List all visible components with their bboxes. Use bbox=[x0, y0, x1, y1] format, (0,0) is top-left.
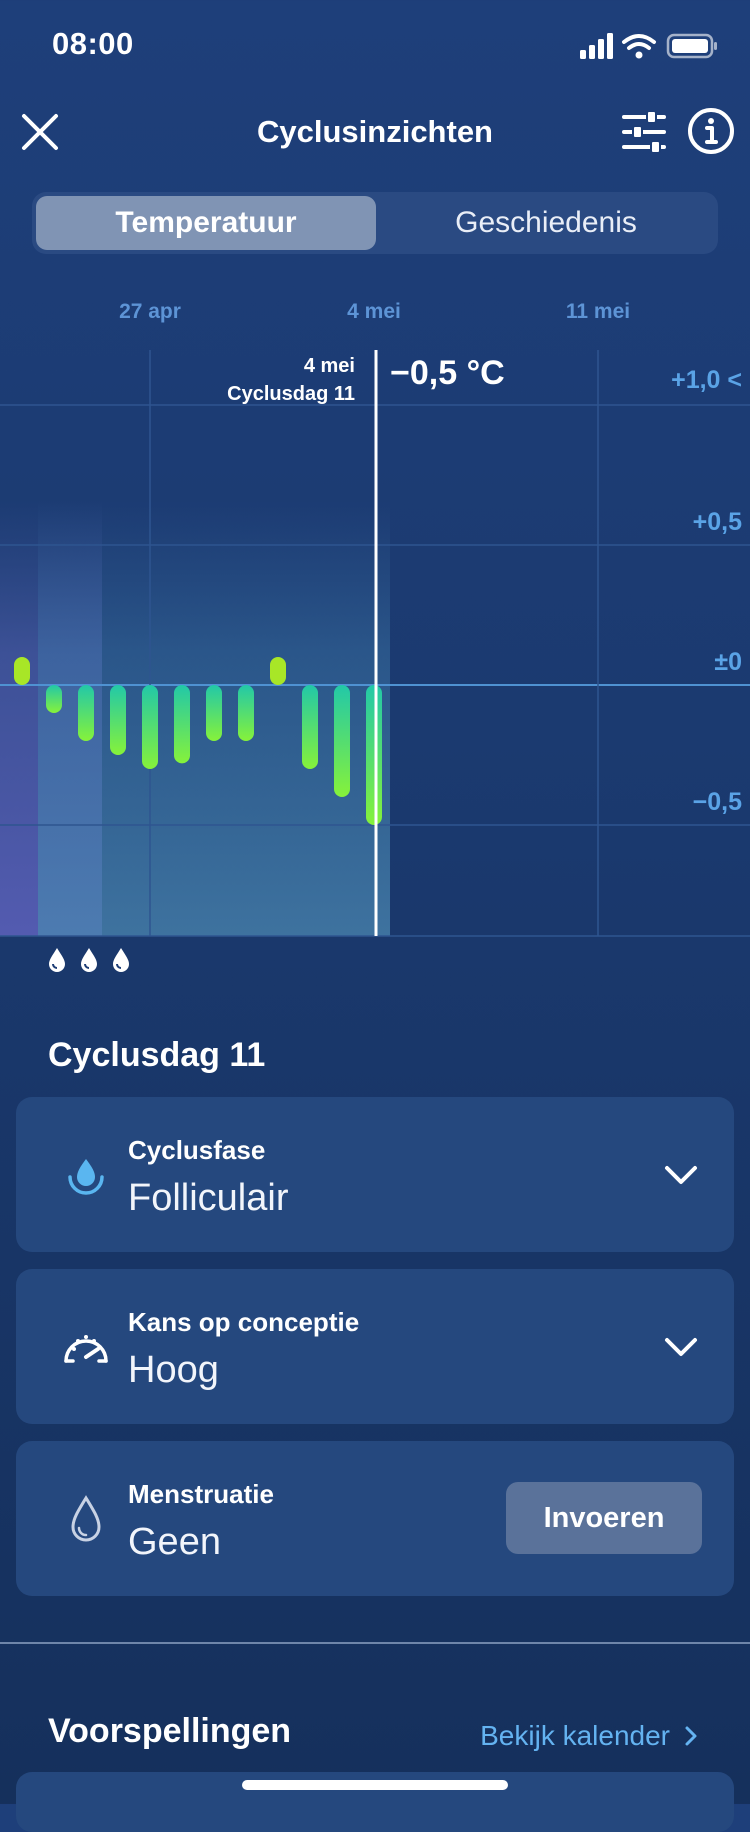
x-label-4-mei: 4 mei bbox=[347, 300, 401, 323]
chart-bar bbox=[78, 685, 94, 741]
chart-bar bbox=[110, 685, 126, 755]
period-drop-icon bbox=[113, 948, 129, 972]
drop-outline-icon bbox=[60, 1493, 112, 1545]
tab-geschiedenis[interactable]: Geschiedenis bbox=[378, 196, 714, 250]
chart-bar bbox=[46, 685, 62, 713]
divider bbox=[0, 1642, 750, 1644]
gauge-icon bbox=[60, 1321, 112, 1373]
selected-cycle-day: Cyclusdag 11 bbox=[227, 383, 355, 405]
status-icons bbox=[580, 33, 717, 59]
section-title: Cyclusdag 11 bbox=[48, 1036, 266, 1074]
card-label: Menstruatie bbox=[128, 1479, 274, 1509]
card-value: Hoog bbox=[128, 1349, 219, 1391]
chevron-down-icon[interactable] bbox=[664, 1336, 698, 1358]
card-label: Kans op conceptie bbox=[128, 1307, 360, 1337]
chart-bar bbox=[174, 685, 190, 764]
home-indicator bbox=[242, 1780, 508, 1790]
chart-bar bbox=[14, 657, 30, 685]
y-label-plus-1: +1,0 < bbox=[671, 366, 742, 394]
selected-temperature: −0,5 °C bbox=[390, 354, 505, 392]
predictions-title: Voorspellingen bbox=[48, 1712, 292, 1750]
chart-bar bbox=[238, 685, 254, 741]
signal-icon bbox=[580, 33, 613, 59]
tab-temperatuur[interactable]: Temperatuur bbox=[36, 196, 376, 250]
chart-bar bbox=[142, 685, 158, 769]
card-kans-op-conceptie[interactable]: Kans op conceptie Hoog bbox=[16, 1269, 734, 1424]
chart-bar bbox=[366, 685, 382, 825]
view-calendar-label: Bekijk kalender bbox=[480, 1720, 670, 1751]
temperature-chart[interactable]: 27 apr 4 mei 11 mei +1,0 < +0,5 ±0 −0,5 … bbox=[0, 280, 750, 980]
segmented-control: Temperatuur Geschiedenis bbox=[32, 192, 718, 254]
drop-filled-icon bbox=[60, 1149, 112, 1201]
card-label: Cyclusfase bbox=[128, 1135, 266, 1165]
status-time: 08:00 bbox=[52, 26, 134, 61]
chevron-down-icon[interactable] bbox=[664, 1164, 698, 1186]
selected-date-label: 4 mei bbox=[303, 355, 355, 377]
view-calendar-link[interactable]: Bekijk kalender bbox=[480, 1720, 698, 1752]
chevron-right-icon bbox=[685, 1726, 697, 1746]
card-value: Folliculair bbox=[128, 1177, 289, 1219]
wifi-icon bbox=[622, 34, 656, 50]
info-icon bbox=[688, 108, 734, 154]
card-cyclusfase[interactable]: Cyclusfase Folliculair bbox=[16, 1097, 734, 1252]
y-label-zero: ±0 bbox=[714, 648, 742, 676]
period-drop-icon bbox=[49, 948, 65, 972]
invoeren-button[interactable]: Invoeren bbox=[506, 1482, 702, 1554]
y-label-minus-05: −0,5 bbox=[692, 788, 742, 816]
info-button[interactable] bbox=[686, 106, 736, 156]
chart-bar bbox=[206, 685, 222, 741]
x-label-11-mei: 11 mei bbox=[565, 300, 631, 323]
card-value: Geen bbox=[128, 1521, 221, 1563]
sliders-icon bbox=[622, 111, 666, 153]
period-drop-icon bbox=[81, 948, 97, 972]
battery-icon bbox=[666, 33, 717, 59]
chart-bar bbox=[334, 685, 350, 797]
chart-bar bbox=[302, 685, 318, 769]
y-label-plus-05: +0,5 bbox=[692, 508, 742, 536]
filter-button[interactable] bbox=[620, 108, 668, 156]
chart-canvas bbox=[0, 350, 750, 937]
card-menstruatie: Menstruatie Geen Invoeren bbox=[16, 1441, 734, 1596]
chart-bar bbox=[270, 657, 286, 685]
x-label-27-apr: 27 apr bbox=[119, 300, 181, 323]
selected-date: 4 mei Cyclusdag 11 bbox=[227, 352, 355, 408]
